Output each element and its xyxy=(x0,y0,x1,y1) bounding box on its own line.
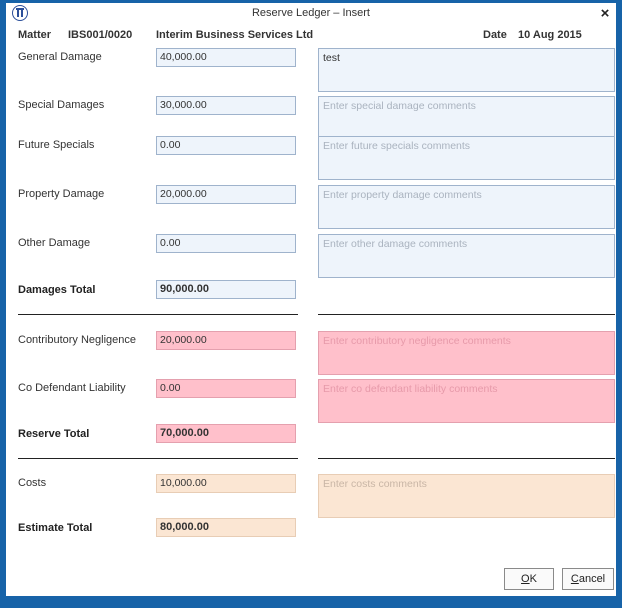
co-defendant-liability-label: Co Defendant Liability xyxy=(18,382,126,394)
special-damages-comment[interactable]: Enter special damage comments xyxy=(318,96,615,140)
damages-total-value: 90,000.00 xyxy=(156,280,296,299)
client-name: Interim Business Services Ltd xyxy=(156,29,314,41)
title-bar[interactable]: Reserve Ledger – Insert × xyxy=(6,3,616,25)
reserve-total-value: 70,000.00 xyxy=(156,424,296,443)
cancel-mnemonic: C xyxy=(570,573,579,585)
divider-left xyxy=(18,314,298,315)
future-specials-comment[interactable]: Enter future specials comments xyxy=(318,136,615,180)
property-damage-label: Property Damage xyxy=(18,188,105,200)
special-damages-label: Special Damages xyxy=(18,99,105,111)
contributory-negligence-comment[interactable]: Enter contributory negligence comments xyxy=(318,331,615,375)
divider-right xyxy=(318,314,615,315)
future-specials-label: Future Specials xyxy=(18,139,95,151)
ok-label-rest: K xyxy=(529,573,537,585)
matter-label: Matter xyxy=(18,29,52,41)
damages-total-label: Damages Total xyxy=(18,284,96,296)
general-damage-label: General Damage xyxy=(18,51,102,63)
other-damage-label: Other Damage xyxy=(18,237,91,249)
window-title: Reserve Ledger – Insert xyxy=(251,7,370,19)
date-value: 10 Aug 2015 xyxy=(518,29,582,41)
other-damage-comment[interactable]: Enter other damage comments xyxy=(318,234,615,278)
estimate-total-label: Estimate Total xyxy=(18,522,93,534)
divider-right-2 xyxy=(318,458,615,459)
divider-left-2 xyxy=(18,458,298,459)
co-defendant-liability-amount[interactable]: 0.00 xyxy=(156,379,296,398)
future-specials-amount[interactable]: 0.00 xyxy=(156,136,296,155)
property-damage-comment[interactable]: Enter property damage comments xyxy=(318,185,615,229)
date-label: Date xyxy=(483,29,507,41)
contributory-negligence-amount[interactable]: 20,000.00 xyxy=(156,331,296,350)
cancel-button[interactable]: Cancel xyxy=(562,568,614,590)
costs-label: Costs xyxy=(18,477,47,489)
general-damage-comment[interactable]: test xyxy=(318,48,615,92)
costs-comment[interactable]: Enter costs comments xyxy=(318,474,615,518)
matter-value: IBS001/0020 xyxy=(68,29,133,41)
ok-button[interactable]: OK xyxy=(504,568,554,590)
costs-amount[interactable]: 10,000.00 xyxy=(156,474,296,493)
close-icon[interactable]: × xyxy=(596,5,614,23)
reserve-ledger-dialog: Reserve Ledger – Insert × Matter IBS001/… xyxy=(0,0,622,608)
reserve-total-label: Reserve Total xyxy=(18,428,90,440)
co-defendant-liability-comment[interactable]: Enter co defendant liability comments xyxy=(318,379,615,423)
special-damages-amount[interactable]: 30,000.00 xyxy=(156,96,296,115)
cancel-label-rest: ancel xyxy=(578,573,606,585)
ok-mnemonic: O xyxy=(521,573,530,585)
estimate-total-value: 80,000.00 xyxy=(156,518,296,537)
general-damage-amount[interactable]: 40,000.00 xyxy=(156,48,296,67)
contributory-negligence-label: Contributory Negligence xyxy=(18,334,137,346)
other-damage-amount[interactable]: 0.00 xyxy=(156,234,296,253)
property-damage-amount[interactable]: 20,000.00 xyxy=(156,185,296,204)
